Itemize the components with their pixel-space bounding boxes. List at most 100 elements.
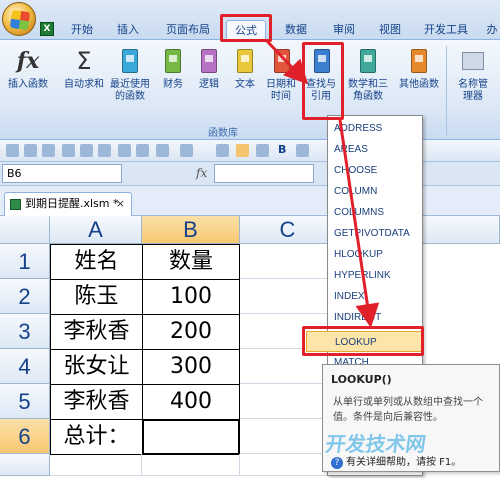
redo-icon[interactable] [180,144,193,157]
date-time-label: 日期和时间 [266,79,296,102]
align-right-icon[interactable] [256,144,269,157]
text-label: 文本 [235,79,255,90]
cell-b1[interactable]: 数量 [142,244,240,280]
menu-item-columns[interactable]: COLUMNS [328,202,422,223]
recent-functions-label: 最近使用的函数 [110,79,150,102]
date-book-icon [268,46,296,76]
ribbon-formulas: fx 插入函数 Σ 自动求和 最近使用的函数 财务 逻辑 文本 日期和时间 查找… [0,40,500,140]
undo-icon[interactable] [156,144,169,157]
paste-icon[interactable] [42,144,55,157]
spell-icon[interactable] [118,144,131,157]
menu-item-areas[interactable]: AREAS [328,139,422,160]
name-manager-button[interactable]: 名称管理器 [450,46,496,103]
save-icon[interactable] [62,144,75,157]
math-trig-label: 数学和三角函数 [348,79,388,102]
format-painter-icon[interactable] [136,144,149,157]
tab-addins[interactable]: 办 [484,20,500,40]
cell-c1[interactable] [240,244,336,279]
star-book-icon [116,46,144,76]
cell-a6[interactable]: 总计： [50,419,143,455]
excel-icon: X [40,22,54,36]
tab-formulas[interactable]: 公式 [226,20,266,41]
logical-button[interactable]: 逻辑 [194,46,224,91]
insert-function-button[interactable]: fx 插入函数 [4,46,52,91]
text-button[interactable]: 文本 [230,46,260,91]
tooltip-help-text: 有关详细帮助，请按 F1。 [346,457,462,468]
financial-button[interactable]: 财务 [158,46,188,91]
row-header-1[interactable]: 1 [0,244,50,279]
ribbon-separator [446,46,447,136]
column-header-b[interactable]: B [142,216,240,244]
tab-review[interactable]: 审阅 [326,20,362,40]
ribbon-tab-bar: X 开始 插入 页面布局 公式 数据 审阅 视图 开发工具 办 [0,0,500,41]
financial-label: 财务 [163,79,183,90]
lookup-reference-label: 查找与引用 [306,79,336,102]
cell-b6[interactable] [142,419,240,455]
office-logo-icon [9,9,31,31]
format-toolbar: B [0,140,500,162]
row-header-7[interactable] [0,454,50,476]
sigma-icon: Σ [76,47,92,75]
math-trig-button[interactable]: 数学和三角函数 [346,46,390,103]
cell-b2[interactable]: 100 [142,279,240,315]
copy-icon[interactable] [24,144,37,157]
tab-page-layout[interactable]: 页面布局 [158,20,218,40]
name-manager-label: 名称管理器 [458,79,488,102]
align-center-icon[interactable] [236,144,249,157]
lookup-reference-button[interactable]: 查找与引用 [304,46,340,103]
office-button[interactable] [2,2,36,36]
cell-a5[interactable]: 李秋香 [50,384,143,420]
merge-icon[interactable] [296,144,309,157]
autosum-label: 自动求和 [64,79,104,90]
tab-insert[interactable]: 插入 [110,20,146,40]
menu-item-address[interactable]: ADDRESS [328,118,422,139]
menu-item-index[interactable]: INDEX [328,286,422,307]
align-left-icon[interactable] [216,144,229,157]
row-header-6[interactable]: 6 [0,419,50,454]
tab-view[interactable]: 视图 [372,20,408,40]
preview-icon[interactable] [98,144,111,157]
cut-icon[interactable] [6,144,19,157]
row-header-3[interactable]: 3 [0,314,50,349]
autosum-button[interactable]: Σ 自动求和 [60,46,108,91]
tab-developer[interactable]: 开发工具 [420,20,472,40]
fx-icon[interactable]: fx [196,166,207,180]
tab-data[interactable]: 数据 [278,20,314,40]
cell-b4[interactable]: 300 [142,349,240,385]
cell-a7[interactable] [50,454,142,476]
recent-functions-button[interactable]: 最近使用的函数 [108,46,152,103]
workbook-tab[interactable]: 到期日提醒.xlsm * × [4,192,132,216]
cell-b5[interactable]: 400 [142,384,240,420]
row-header-5[interactable]: 5 [0,384,50,419]
cell-a2[interactable]: 陈玉 [50,279,143,315]
row-header-2[interactable]: 2 [0,279,50,314]
close-icon[interactable]: × [116,193,125,215]
cell-c2[interactable] [240,279,336,314]
cell-a3[interactable]: 李秋香 [50,314,143,350]
menu-item-getpivotdata[interactable]: GETPIVOTDATA [328,223,422,244]
more-functions-button[interactable]: 其他函数 [396,46,442,91]
bold-icon[interactable]: B [278,143,286,156]
tab-home[interactable]: 开始 [64,20,100,40]
menu-item-lookup[interactable]: LOOKUP [306,331,422,352]
formula-input[interactable] [214,164,314,183]
row-header-4[interactable]: 4 [0,349,50,384]
workbook-tab-bar: 到期日提醒.xlsm * × [0,186,500,216]
column-header-c[interactable]: C [240,216,336,244]
menu-item-column[interactable]: COLUMN [328,181,422,202]
cell-a1[interactable]: 姓名 [50,244,143,280]
print-icon[interactable] [80,144,93,157]
column-header-a[interactable]: A [50,216,142,244]
menu-item-hlookup[interactable]: HLOOKUP [328,244,422,265]
menu-item-hyperlink[interactable]: HYPERLINK [328,265,422,286]
select-all-corner[interactable] [0,216,50,244]
menu-item-indirect[interactable]: INDIRECT [328,307,422,328]
name-box[interactable]: B6 [2,164,122,183]
menu-item-choose[interactable]: CHOOSE [328,160,422,181]
cell-b7[interactable] [142,454,240,476]
logical-book-icon [195,46,223,76]
cell-a4[interactable]: 张女让 [50,349,143,385]
theta-book-icon [354,46,382,76]
cell-b3[interactable]: 200 [142,314,240,350]
date-time-button[interactable]: 日期和时间 [264,46,300,103]
